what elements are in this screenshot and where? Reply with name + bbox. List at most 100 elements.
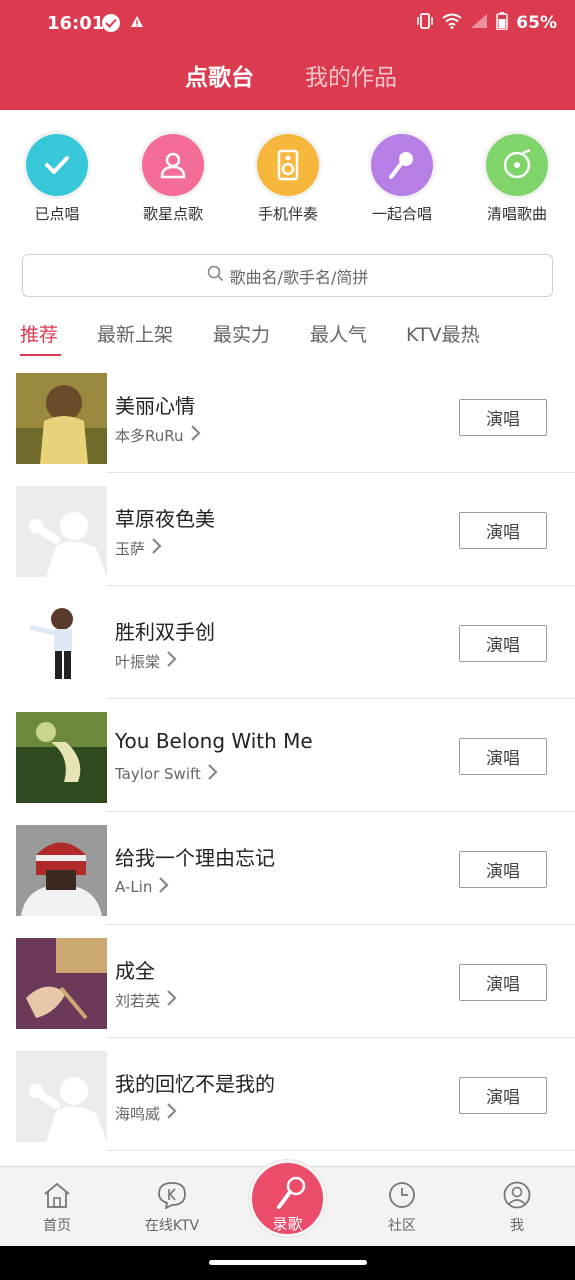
sing-button[interactable]: 演唱 [459, 512, 547, 549]
app-root: 16:01 65% 点歌台 我的作品 已点唱 歌星点歌 手机伴奏 一起合唱 清唱… [0, 0, 575, 1280]
list-item[interactable]: 美丽心情 本多RuRu 演唱 [0, 360, 575, 473]
album-cover [16, 599, 107, 690]
song-artist[interactable]: 本多RuRu [115, 424, 201, 446]
search-placeholder: 歌曲名/歌手名/简拼 [229, 267, 369, 287]
sing-button[interactable]: 演唱 [459, 738, 547, 775]
category-duet[interactable]: 一起合唱 [357, 130, 447, 224]
microphone-icon [371, 134, 433, 196]
subtab-recommended[interactable]: 推荐 [20, 320, 58, 347]
category-label: 一起合唱 [371, 205, 432, 223]
list-item[interactable]: You Belong With Me Taylor Swift 演唱 [0, 699, 575, 812]
song-artist[interactable]: Taylor Swift [115, 763, 218, 785]
artist-name: 玉萨 [115, 539, 146, 558]
sing-button[interactable]: 演唱 [459, 625, 547, 662]
status-bar: 16:01 65% [0, 0, 575, 48]
song-artist[interactable]: 叶振棠 [115, 650, 177, 672]
tab-song-desk[interactable]: 点歌台 [185, 58, 254, 92]
album-cover [16, 712, 107, 803]
record-button[interactable]: 录歌 [249, 1160, 326, 1237]
list-item[interactable]: 成全 刘若英 演唱 [0, 925, 575, 1038]
vibrate-icon [416, 13, 434, 33]
status-right: 65% [416, 12, 557, 34]
artist-name: Taylor Swift [115, 765, 201, 783]
song-title: 成全 [115, 959, 155, 983]
search-input[interactable]: 歌曲名/歌手名/简拼 [22, 254, 553, 297]
tab-my-works[interactable]: 我的作品 [305, 58, 397, 92]
subtab-most-popular[interactable]: 最人气 [310, 320, 367, 347]
sing-button[interactable]: 演唱 [459, 399, 547, 436]
nav-me[interactable]: 我 [477, 1181, 557, 1235]
artist-name: 海鸣威 [115, 1104, 161, 1123]
category-label: 清唱歌曲 [486, 205, 547, 223]
subtab-ktv-hot[interactable]: KTV最热 [406, 320, 480, 347]
category-sung[interactable]: 已点唱 [12, 130, 102, 224]
chevron-right-icon [158, 876, 169, 898]
record-disc-icon [486, 134, 548, 196]
cell-signal-icon [470, 13, 488, 33]
system-nav-bar [0, 1246, 575, 1280]
active-tab-indicator [20, 354, 61, 356]
album-cover [16, 373, 107, 464]
sing-button[interactable]: 演唱 [459, 964, 547, 1001]
chevron-right-icon [166, 989, 177, 1011]
sing-button[interactable]: 演唱 [459, 851, 547, 888]
nav-home[interactable]: 首页 [17, 1181, 97, 1235]
artist-name: A-Lin [115, 878, 153, 896]
wifi-icon [442, 13, 462, 33]
category-shortcuts: 已点唱 歌星点歌 手机伴奏 一起合唱 清唱歌曲 [0, 130, 575, 230]
song-artist[interactable]: A-Lin [115, 876, 169, 898]
nav-label: 社区 [388, 1218, 416, 1234]
subtab-strongest[interactable]: 最实力 [213, 320, 270, 347]
category-label: 手机伴奏 [257, 205, 318, 223]
category-phone-accompany[interactable]: 手机伴奏 [243, 130, 333, 224]
subtabs: 推荐 最新上架 最实力 最人气 KTV最热 [0, 318, 575, 358]
chevron-right-icon [207, 763, 218, 785]
category-acapella[interactable]: 清唱歌曲 [472, 130, 562, 224]
artist-name: 叶振棠 [115, 652, 161, 671]
search-icon [207, 265, 224, 286]
top-tabs: 点歌台 我的作品 [0, 58, 575, 98]
check-circle-icon [102, 14, 120, 32]
divider [107, 1150, 575, 1151]
nav-online-ktv[interactable]: 在线KTV [132, 1181, 212, 1235]
list-item[interactable]: 胜利双手创 叶振棠 演唱 [0, 586, 575, 699]
speaker-icon [257, 134, 319, 196]
alert-icon [130, 14, 144, 33]
home-icon [42, 1182, 72, 1213]
sing-button[interactable]: 演唱 [459, 1077, 547, 1114]
check-icon [26, 134, 88, 196]
album-cover-placeholder [16, 486, 107, 577]
nav-label: 我 [510, 1218, 524, 1234]
song-title: 美丽心情 [115, 394, 195, 418]
song-artist[interactable]: 玉萨 [115, 537, 162, 559]
battery-percent: 65% [516, 13, 557, 33]
subtab-newest[interactable]: 最新上架 [97, 320, 173, 347]
home-gesture-pill[interactable] [209, 1260, 367, 1265]
song-title: 胜利双手创 [115, 620, 215, 644]
record-label: 录歌 [272, 1215, 303, 1233]
chevron-right-icon [151, 537, 162, 559]
category-label: 已点唱 [34, 205, 80, 223]
nav-community[interactable]: 社区 [362, 1181, 442, 1235]
song-title: You Belong With Me [115, 729, 313, 753]
status-time: 16:01 [47, 13, 105, 34]
song-artist[interactable]: 刘若英 [115, 989, 177, 1011]
song-title: 给我一个理由忘记 [115, 846, 275, 870]
category-by-singer[interactable]: 歌星点歌 [128, 130, 218, 224]
artist-name: 本多RuRu [115, 426, 184, 445]
song-list: 美丽心情 本多RuRu 演唱 草原夜色美 玉萨 演唱 胜利双手创 叶振棠 演唱 [0, 360, 575, 1151]
singer-icon [142, 134, 204, 196]
header: 16:01 65% 点歌台 我的作品 [0, 0, 575, 110]
chevron-right-icon [166, 1102, 177, 1124]
battery-icon [496, 12, 509, 34]
list-item[interactable]: 我的回忆不是我的 海鸣威 演唱 [0, 1038, 575, 1151]
clock-icon [387, 1182, 417, 1213]
artist-name: 刘若英 [115, 991, 161, 1010]
list-item[interactable]: 给我一个理由忘记 A-Lin 演唱 [0, 812, 575, 925]
nav-label: 首页 [43, 1218, 71, 1234]
category-label: 歌星点歌 [142, 205, 203, 223]
song-title: 我的回忆不是我的 [115, 1072, 275, 1096]
song-artist[interactable]: 海鸣威 [115, 1102, 177, 1124]
chevron-right-icon [190, 424, 201, 446]
list-item[interactable]: 草原夜色美 玉萨 演唱 [0, 473, 575, 586]
